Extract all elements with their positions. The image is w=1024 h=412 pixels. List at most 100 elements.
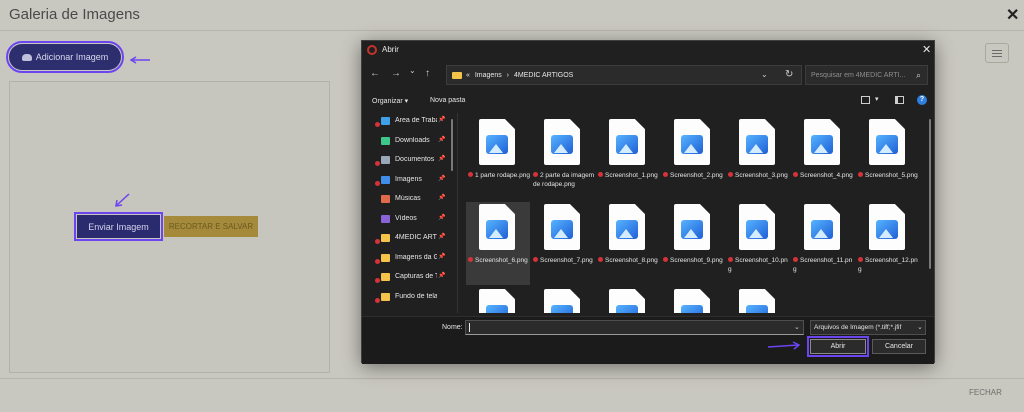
view-icon[interactable] xyxy=(861,96,870,104)
send-image-button[interactable]: Enviar Imagem xyxy=(74,212,163,241)
header-divider xyxy=(0,30,1024,31)
error-badge-icon xyxy=(663,172,668,177)
image-file-icon xyxy=(739,289,775,313)
file-name: Screenshot_5.png xyxy=(858,171,920,180)
nav-item[interactable]: Documentos 📌 xyxy=(362,152,458,169)
dialog-footer: Nome: ⌄ Arquivos de Imagem (*.tiff;*.jfi… xyxy=(362,316,934,364)
file-type-dropdown-icon[interactable]: ⌄ xyxy=(917,323,923,331)
filename-dropdown-icon[interactable]: ⌄ xyxy=(794,323,800,331)
nav-item[interactable]: 4MEDIC ARTIGOS📌 xyxy=(362,230,458,247)
file-item[interactable]: Screenshot_10.png xyxy=(726,202,790,285)
file-type-select[interactable]: Arquivos de Imagem (*.tiff;*.jfif ⌄ xyxy=(810,320,926,335)
breadcrumb-prefix[interactable]: « xyxy=(466,72,470,79)
error-badge-icon xyxy=(533,257,538,262)
file-name: Screenshot_12.png xyxy=(858,256,920,274)
image-file-icon xyxy=(609,119,645,165)
file-name-text: Screenshot_10.png xyxy=(728,257,788,273)
file-list-scrollbar[interactable] xyxy=(929,119,931,269)
file-item[interactable]: Screenshot_8.png xyxy=(596,202,660,285)
preview-pane-icon[interactable] xyxy=(895,96,904,104)
help-icon[interactable]: ? xyxy=(917,95,927,105)
dialog-toolbar: Organizar ▾ Nova pasta ▾ ? xyxy=(362,91,934,109)
file-item[interactable]: Screenshot_1.png xyxy=(596,117,660,200)
crop-and-save-button[interactable]: RECORTAR E SALVAR xyxy=(164,216,258,237)
nav-item-label: Fundo de tela xyxy=(395,292,437,300)
breadcrumb: « Imagens › 4MEDIC ARTIGOS xyxy=(466,72,573,79)
file-item[interactable]: Screenshot_5.png xyxy=(856,117,920,200)
folder-icon xyxy=(452,72,462,79)
back-arrow-icon[interactable]: ← xyxy=(370,68,380,79)
breadcrumb-separator: › xyxy=(506,72,510,79)
refresh-icon[interactable]: ↻ xyxy=(785,69,793,80)
cancel-button[interactable]: Cancelar xyxy=(872,339,926,354)
file-item[interactable]: Screenshot_7.png xyxy=(531,202,595,285)
file-item[interactable]: Screenshot_6.png xyxy=(466,202,530,285)
menu-icon[interactable] xyxy=(985,43,1009,63)
close-icon[interactable]: ✕ xyxy=(1006,5,1019,25)
forward-arrow-icon[interactable]: → xyxy=(391,68,401,79)
error-badge-icon xyxy=(375,180,380,186)
search-icon[interactable]: ⌕ xyxy=(916,70,921,81)
error-badge-icon xyxy=(793,257,798,262)
file-name: 1 parte rodape.png xyxy=(468,171,530,180)
file-item[interactable] xyxy=(531,287,595,313)
nav-item[interactable]: Capturas de Tela📌 xyxy=(362,269,458,286)
search-placeholder: Pesquisar em 4MEDIC ARTI... xyxy=(811,72,906,79)
image-file-icon xyxy=(544,119,580,165)
image-file-icon xyxy=(674,204,710,250)
close-footer-button[interactable]: FECHAR xyxy=(969,388,1002,397)
address-bar[interactable]: « Imagens › 4MEDIC ARTIGOS ⌄ ↻ xyxy=(446,65,802,85)
nav-item-label: Imagens xyxy=(395,175,422,183)
error-badge-icon xyxy=(858,257,863,262)
filename-label: Nome: xyxy=(442,324,463,331)
breadcrumb-imagens[interactable]: Imagens xyxy=(475,72,502,79)
nav-item[interactable]: Fundo de tela xyxy=(362,289,458,306)
nav-item[interactable]: Downloads 📌 xyxy=(362,133,458,150)
error-badge-icon xyxy=(468,172,473,177)
file-name: Screenshot_3.png xyxy=(728,171,790,180)
add-image-button[interactable]: Adicionar Imagem xyxy=(6,41,124,73)
file-name: Screenshot_1.png xyxy=(598,171,660,180)
file-item[interactable]: Screenshot_11.png xyxy=(791,202,855,285)
recent-locations-icon[interactable]: ⌄ xyxy=(409,66,416,75)
address-dropdown-icon[interactable]: ⌄ xyxy=(761,70,768,79)
file-item[interactable] xyxy=(661,287,725,313)
image-file-icon xyxy=(869,204,905,250)
error-badge-icon xyxy=(375,278,380,283)
filename-input[interactable]: ⌄ xyxy=(465,320,804,335)
nav-item[interactable]: Área de Trabalho📌 xyxy=(362,113,458,130)
up-folder-icon[interactable]: ↑ xyxy=(425,68,430,79)
nav-item[interactable]: Imagens da Galeria📌 xyxy=(362,250,458,267)
file-item[interactable]: 1 parte rodape.png xyxy=(466,117,530,200)
file-item[interactable] xyxy=(726,287,790,313)
organize-menu[interactable]: Organizar ▾ xyxy=(372,97,408,105)
dialog-close-icon[interactable]: ✕ xyxy=(922,43,931,56)
file-item[interactable]: Screenshot_4.png xyxy=(791,117,855,200)
file-name-text: Screenshot_12.png xyxy=(858,257,918,273)
new-folder-button[interactable]: Nova pasta xyxy=(430,97,465,104)
file-item[interactable]: Screenshot_9.png xyxy=(661,202,725,285)
dialog-titlebar: Abrir ✕ xyxy=(362,41,934,59)
add-image-label: Adicionar Imagem xyxy=(35,52,109,62)
file-name-text: Screenshot_5.png xyxy=(865,172,918,179)
view-dropdown-icon[interactable]: ▾ xyxy=(875,95,879,103)
file-item[interactable]: Screenshot_3.png xyxy=(726,117,790,200)
search-input[interactable]: Pesquisar em 4MEDIC ARTI... ⌕ xyxy=(805,65,928,85)
file-name-text: 1 parte rodape.png xyxy=(475,172,530,179)
file-name-text: 2 parte da imagem de rodape.png xyxy=(533,172,595,188)
open-button[interactable]: Abrir xyxy=(807,336,869,357)
file-item[interactable] xyxy=(466,287,530,313)
nav-item[interactable]: Imagens 📌 xyxy=(362,172,458,189)
pin-icon: 📌 xyxy=(438,273,446,279)
file-item[interactable]: Screenshot_12.png xyxy=(856,202,920,285)
nav-item[interactable]: Músicas 📌 xyxy=(362,191,458,208)
dialog-title: Abrir xyxy=(382,45,399,54)
file-item[interactable] xyxy=(596,287,660,313)
nav-item[interactable]: Vídeos 📌 xyxy=(362,211,458,228)
breadcrumb-4medic-artigos[interactable]: 4MEDIC ARTIGOS xyxy=(514,72,573,79)
file-item[interactable]: 2 parte da imagem de rodape.png xyxy=(531,117,595,200)
file-item[interactable]: Screenshot_2.png xyxy=(661,117,725,200)
navigation-scrollbar[interactable] xyxy=(451,119,453,171)
error-badge-icon xyxy=(533,172,538,177)
open-file-dialog: Abrir ✕ ← → ⌄ ↑ « Imagens › 4MEDIC ARTIG… xyxy=(361,40,935,364)
